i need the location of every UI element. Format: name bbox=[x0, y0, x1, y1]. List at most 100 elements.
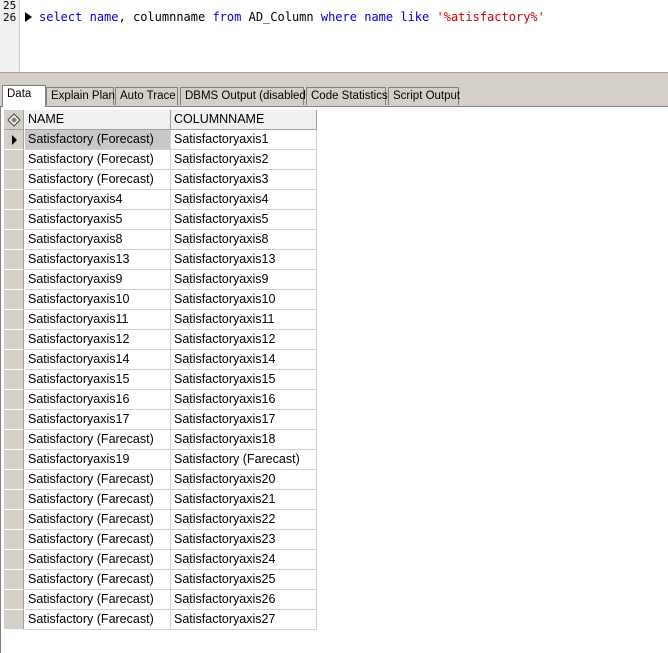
table-row[interactable]: Satisfactory (Farecast) Satisfactoryaxis1… bbox=[4, 430, 317, 450]
table-row[interactable]: Satisfactoryaxis10 Satisfactoryaxis10 bbox=[4, 290, 317, 310]
table-row[interactable]: Satisfactoryaxis9 Satisfactoryaxis9 bbox=[4, 270, 317, 290]
table-row[interactable]: Satisfactoryaxis12 Satisfactoryaxis12 bbox=[4, 330, 317, 350]
row-indicator[interactable] bbox=[4, 190, 24, 210]
cell-columnname[interactable]: Satisfactoryaxis26 bbox=[171, 590, 317, 610]
table-row[interactable]: Satisfactory (Farecast) Satisfactoryaxis2… bbox=[4, 610, 317, 630]
cell-columnname[interactable]: Satisfactoryaxis3 bbox=[171, 170, 317, 190]
cell-name[interactable]: Satisfactory (Farecast) bbox=[25, 570, 171, 590]
table-row[interactable]: Satisfactoryaxis8 Satisfactoryaxis8 bbox=[4, 230, 317, 250]
cell-name[interactable]: Satisfactoryaxis5 bbox=[25, 210, 171, 230]
row-indicator[interactable] bbox=[4, 170, 24, 190]
cell-name[interactable]: Satisfactory (Farecast) bbox=[25, 550, 171, 570]
cell-columnname[interactable]: Satisfactoryaxis14 bbox=[171, 350, 317, 370]
cell-columnname[interactable]: Satisfactoryaxis8 bbox=[171, 230, 317, 250]
cell-name[interactable]: Satisfactoryaxis10 bbox=[25, 290, 171, 310]
table-row[interactable]: Satisfactory (Farecast) Satisfactoryaxis2… bbox=[4, 590, 317, 610]
table-row[interactable]: Satisfactory (Forecast) Satisfactoryaxis1 bbox=[4, 130, 317, 150]
table-row[interactable]: Satisfactoryaxis19 Satisfactory (Farecast… bbox=[4, 450, 317, 470]
cell-name[interactable]: Satisfactory (Farecast) bbox=[25, 430, 171, 450]
cell-columnname[interactable]: Satisfactoryaxis4 bbox=[171, 190, 317, 210]
cell-columnname[interactable]: Satisfactoryaxis24 bbox=[171, 550, 317, 570]
row-indicator[interactable] bbox=[4, 510, 24, 530]
row-indicator[interactable] bbox=[4, 350, 24, 370]
cell-columnname[interactable]: Satisfactoryaxis1 bbox=[171, 130, 317, 150]
row-indicator[interactable] bbox=[4, 310, 24, 330]
table-row[interactable]: Satisfactory (Farecast) Satisfactoryaxis2… bbox=[4, 510, 317, 530]
cell-name[interactable]: Satisfactory (Farecast) bbox=[25, 490, 171, 510]
cell-columnname[interactable]: Satisfactoryaxis21 bbox=[171, 490, 317, 510]
row-indicator[interactable] bbox=[4, 230, 24, 250]
row-indicator[interactable] bbox=[4, 450, 24, 470]
row-indicator[interactable] bbox=[4, 490, 24, 510]
cell-name[interactable]: Satisfactory (Forecast) bbox=[25, 130, 171, 150]
cell-name[interactable]: Satisfactory (Forecast) bbox=[25, 170, 171, 190]
row-indicator[interactable] bbox=[4, 530, 24, 550]
row-indicator[interactable] bbox=[4, 290, 24, 310]
row-indicator[interactable] bbox=[4, 330, 24, 350]
cell-name[interactable]: Satisfactory (Farecast) bbox=[25, 470, 171, 490]
cell-name[interactable]: Satisfactory (Farecast) bbox=[25, 510, 171, 530]
column-header-name[interactable]: NAME bbox=[25, 110, 171, 130]
cell-columnname[interactable]: Satisfactoryaxis22 bbox=[171, 510, 317, 530]
cell-name[interactable]: Satisfactoryaxis19 bbox=[25, 450, 171, 470]
cell-columnname[interactable]: Satisfactoryaxis18 bbox=[171, 430, 317, 450]
cell-columnname[interactable]: Satisfactoryaxis16 bbox=[171, 390, 317, 410]
cell-columnname[interactable]: Satisfactoryaxis10 bbox=[171, 290, 317, 310]
row-indicator[interactable] bbox=[4, 410, 24, 430]
row-indicator[interactable] bbox=[4, 250, 24, 270]
table-row[interactable]: Satisfactoryaxis5 Satisfactoryaxis5 bbox=[4, 210, 317, 230]
cell-name[interactable]: Satisfactoryaxis11 bbox=[25, 310, 171, 330]
row-indicator[interactable] bbox=[4, 270, 24, 290]
cell-columnname[interactable]: Satisfactoryaxis25 bbox=[171, 570, 317, 590]
cell-name[interactable]: Satisfactoryaxis4 bbox=[25, 190, 171, 210]
tab-script-output[interactable]: Script Output bbox=[388, 87, 460, 105]
splitter[interactable] bbox=[0, 73, 668, 85]
table-row[interactable]: Satisfactory (Farecast) Satisfactoryaxis2… bbox=[4, 490, 317, 510]
row-indicator[interactable] bbox=[4, 570, 24, 590]
table-row[interactable]: Satisfactoryaxis17 Satisfactoryaxis17 bbox=[4, 410, 317, 430]
row-indicator[interactable] bbox=[4, 130, 24, 150]
tab-dbms-output[interactable]: DBMS Output (disabled) bbox=[180, 87, 310, 105]
cell-columnname[interactable]: Satisfactoryaxis9 bbox=[171, 270, 317, 290]
table-row[interactable]: Satisfactory (Forecast) Satisfactoryaxis2 bbox=[4, 150, 317, 170]
cell-columnname[interactable]: Satisfactoryaxis12 bbox=[171, 330, 317, 350]
table-row[interactable]: Satisfactoryaxis14 Satisfactoryaxis14 bbox=[4, 350, 317, 370]
cell-name[interactable]: Satisfactoryaxis8 bbox=[25, 230, 171, 250]
cell-columnname[interactable]: Satisfactory (Farecast) bbox=[171, 450, 317, 470]
cell-name[interactable]: Satisfactoryaxis14 bbox=[25, 350, 171, 370]
tab-explain-plan[interactable]: Explain Plan bbox=[46, 87, 115, 105]
cell-columnname[interactable]: Satisfactoryaxis23 bbox=[171, 530, 317, 550]
row-indicator[interactable] bbox=[4, 550, 24, 570]
sql-statement[interactable]: select name, columnname from AD_Column w… bbox=[39, 10, 545, 24]
row-indicator[interactable] bbox=[4, 210, 24, 230]
cell-name[interactable]: Satisfactory (Farecast) bbox=[25, 610, 171, 630]
cell-columnname[interactable]: Satisfactoryaxis2 bbox=[171, 150, 317, 170]
table-row[interactable]: Satisfactory (Farecast) Satisfactoryaxis2… bbox=[4, 550, 317, 570]
table-row[interactable]: Satisfactory (Farecast) Satisfactoryaxis2… bbox=[4, 530, 317, 550]
cell-columnname[interactable]: Satisfactoryaxis20 bbox=[171, 470, 317, 490]
cell-name[interactable]: Satisfactory (Farecast) bbox=[25, 530, 171, 550]
tab-data[interactable]: Data bbox=[2, 85, 46, 107]
row-indicator[interactable] bbox=[4, 430, 24, 450]
cell-name[interactable]: Satisfactoryaxis13 bbox=[25, 250, 171, 270]
cell-name[interactable]: Satisfactoryaxis12 bbox=[25, 330, 171, 350]
table-row[interactable]: Satisfactoryaxis16 Satisfactoryaxis16 bbox=[4, 390, 317, 410]
table-row[interactable]: Satisfactoryaxis11 Satisfactoryaxis11 bbox=[4, 310, 317, 330]
sql-editor[interactable]: 25 26 select name, columnname from AD_Co… bbox=[0, 0, 668, 73]
table-row[interactable]: Satisfactoryaxis13 Satisfactoryaxis13 bbox=[4, 250, 317, 270]
row-indicator[interactable] bbox=[4, 590, 24, 610]
row-indicator[interactable] bbox=[4, 150, 24, 170]
cell-name[interactable]: Satisfactoryaxis15 bbox=[25, 370, 171, 390]
row-indicator[interactable] bbox=[4, 390, 24, 410]
cell-name[interactable]: Satisfactoryaxis9 bbox=[25, 270, 171, 290]
row-indicator[interactable] bbox=[4, 470, 24, 490]
tab-auto-trace[interactable]: Auto Trace bbox=[115, 87, 178, 105]
column-header-columnname[interactable]: COLUMNNAME bbox=[171, 110, 317, 130]
row-indicator[interactable] bbox=[4, 370, 24, 390]
cell-columnname[interactable]: Satisfactoryaxis11 bbox=[171, 310, 317, 330]
table-row[interactable]: Satisfactory (Farecast) Satisfactoryaxis2… bbox=[4, 570, 317, 590]
cell-columnname[interactable]: Satisfactoryaxis5 bbox=[171, 210, 317, 230]
cell-name[interactable]: Satisfactory (Farecast) bbox=[25, 590, 171, 610]
table-row[interactable]: Satisfactory (Forecast) Satisfactoryaxis3 bbox=[4, 170, 317, 190]
row-indicator[interactable] bbox=[4, 610, 24, 630]
